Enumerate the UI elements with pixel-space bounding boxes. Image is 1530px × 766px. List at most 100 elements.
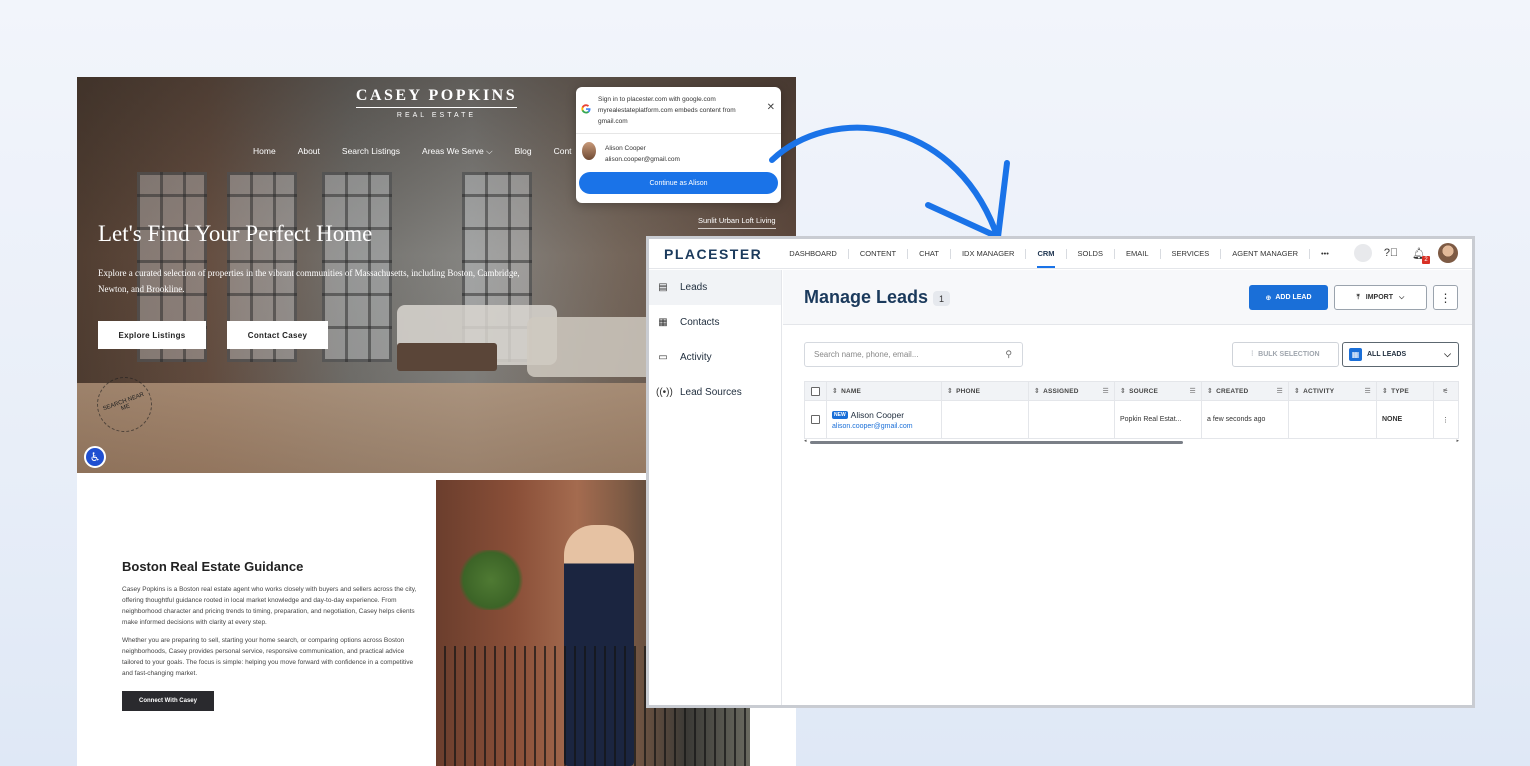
table-row[interactable]: NEW Alison Cooper alison.cooper@gmail.co… <box>804 401 1459 439</box>
explore-listings-button[interactable]: Explore Listings <box>98 321 206 349</box>
column-label: PHONE <box>956 387 981 395</box>
nav-chat[interactable]: CHAT <box>908 248 951 259</box>
column-label: ACTIVITY <box>1303 387 1335 395</box>
import-button[interactable]: ⤒ IMPORT ⌵ <box>1334 285 1427 310</box>
site-nav-blog[interactable]: Blog <box>515 146 532 157</box>
bell-icon[interactable]: 🔔︎ 2 <box>1410 244 1430 264</box>
column-settings-icon[interactable]: ⚟ <box>1434 382 1457 400</box>
bulk-selection-label: BULK SELECTION <box>1258 351 1320 358</box>
avatar[interactable] <box>1438 243 1458 263</box>
plants-decor <box>456 550 526 610</box>
lead-name-block: NEW Alison Cooper alison.cooper@gmail.co… <box>832 410 913 430</box>
site-nav-contact[interactable]: Cont <box>554 146 572 157</box>
coffee-table-decor <box>397 343 497 371</box>
nav-more[interactable]: ••• <box>1310 249 1340 259</box>
nav-crm[interactable]: CRM <box>1026 248 1067 268</box>
page-header: Manage Leads 1 ⊕ ADD LEAD ⤒ IMPORT ⌵ ⋮ <box>783 270 1472 325</box>
lead-name[interactable]: Alison Cooper <box>851 410 904 420</box>
cell-activity <box>1289 401 1377 438</box>
hero-title: Let's Find Your Perfect Home <box>98 221 373 246</box>
checkbox[interactable] <box>811 386 820 396</box>
google-signin-popup: Sign in to placester.com with google.com… <box>576 87 781 203</box>
account-email: alison.cooper@gmail.com <box>605 156 680 163</box>
column-header-type[interactable]: ⇕ TYPE <box>1377 382 1434 400</box>
hero-description: Explore a curated selection of propertie… <box>98 268 520 294</box>
row-menu-icon[interactable]: ⋮ <box>1434 401 1457 438</box>
column-label: TYPE <box>1391 387 1409 395</box>
scroll-left-icon[interactable]: ◂ <box>804 438 807 444</box>
filter-icon[interactable]: ☰ <box>1277 387 1283 395</box>
column-header-activity[interactable]: ⇕ ACTIVITY ☰ <box>1289 382 1377 400</box>
popup-line-2: myrealestateplatform.com embeds content … <box>598 107 736 125</box>
site-nav: Home About Search Listings Areas We Serv… <box>253 146 572 157</box>
sidebar-item-label: Lead Sources <box>680 387 742 398</box>
site-nav-home[interactable]: Home <box>253 146 276 157</box>
site-nav-search-listings[interactable]: Search Listings <box>342 146 400 157</box>
brand-name: CASEY POPKINS <box>355 87 518 108</box>
lead-filter-select[interactable]: ▦ ALL LEADS ⌵ <box>1342 342 1459 367</box>
leads-table: ⇕ NAME ⇕ PHONE ⇕ ASSIGNED ☰ ⇕ SOURCE ☰ ⇕ CREATE… <box>804 381 1459 445</box>
about-section: Boston Real Estate Guidance Casey Popkin… <box>122 559 422 711</box>
scrollbar-thumb[interactable] <box>810 441 1183 444</box>
sidebar-item-leads[interactable]: ▤ Leads <box>649 270 781 305</box>
popup-account[interactable]: Alison Cooper alison.cooper@gmail.com <box>605 143 680 165</box>
filter-icon[interactable]: ☰ <box>1365 387 1371 395</box>
sort-icon: ⇕ <box>832 388 839 395</box>
column-label: SOURCE <box>1129 387 1159 395</box>
sidebar-item-label: Leads <box>680 282 708 293</box>
search-input[interactable]: Search name, phone, email... ⚲ <box>804 342 1023 367</box>
sidebar-item-lead-sources[interactable]: ((•)) Lead Sources <box>649 375 781 410</box>
nav-agent-manager[interactable]: AGENT MANAGER <box>1221 248 1311 259</box>
cell-source: Popkin Real Estat... <box>1115 401 1202 438</box>
scroll-right-icon[interactable]: ▸ <box>1456 438 1459 444</box>
site-nav-areas[interactable]: Areas We Serve ⌵ <box>422 146 493 157</box>
sidebar-item-contacts[interactable]: ▦ Contacts <box>649 305 781 340</box>
cell-type: NONE <box>1377 401 1434 438</box>
sort-icon: ⇕ <box>947 388 954 395</box>
nav-idx-manager[interactable]: IDX MANAGER <box>951 248 1027 259</box>
filter-icon[interactable]: ☰ <box>1190 387 1196 395</box>
row-checkbox[interactable] <box>805 401 827 438</box>
cell-phone <box>942 401 1029 438</box>
column-header-assigned[interactable]: ⇕ ASSIGNED ☰ <box>1029 382 1115 400</box>
nav-content[interactable]: CONTENT <box>849 248 909 259</box>
table-header: ⇕ NAME ⇕ PHONE ⇕ ASSIGNED ☰ ⇕ SOURCE ☰ ⇕ CREATE… <box>804 381 1459 401</box>
crm-topbar: PLACESTER DASHBOARD CONTENT CHAT IDX MAN… <box>649 239 1472 269</box>
divider <box>576 133 781 134</box>
account-name: Alison Cooper <box>605 145 646 152</box>
status-dot-icon[interactable] <box>1354 244 1372 262</box>
connect-with-casey-button[interactable]: Connect With Casey <box>122 691 214 711</box>
sidebar-item-activity[interactable]: ▭ Activity <box>649 340 781 375</box>
continue-button[interactable]: Continue as Alison <box>579 172 778 194</box>
import-label: IMPORT <box>1365 294 1394 301</box>
nav-solds[interactable]: SOLDS <box>1067 248 1115 259</box>
table-icon: ▦ <box>1349 348 1362 361</box>
column-header-phone[interactable]: ⇕ PHONE <box>942 382 1029 400</box>
nav-email[interactable]: EMAIL <box>1115 248 1161 259</box>
placester-logo[interactable]: PLACESTER <box>664 246 762 262</box>
contact-casey-button[interactable]: Contact Casey <box>227 321 328 349</box>
filter-icon[interactable]: ☰ <box>1103 387 1109 395</box>
crm-main: Manage Leads 1 ⊕ ADD LEAD ⤒ IMPORT ⌵ ⋮ S… <box>783 270 1472 705</box>
column-header-name[interactable]: ⇕ NAME <box>827 382 942 400</box>
topbar-icons: ?⃝ 🔔︎ 2 <box>1354 243 1458 264</box>
checkbox[interactable] <box>811 415 820 424</box>
contacts-icon: ▦ <box>658 317 668 328</box>
add-lead-button[interactable]: ⊕ ADD LEAD <box>1249 285 1328 310</box>
nav-dashboard[interactable]: DASHBOARD <box>778 248 849 259</box>
site-nav-about[interactable]: About <box>298 146 320 157</box>
lead-email-link[interactable]: alison.cooper@gmail.com <box>832 423 913 430</box>
lead-count-badge: 1 <box>933 291 950 306</box>
close-icon[interactable]: ✕ <box>767 102 775 113</box>
sidebar-item-label: Activity <box>680 352 712 363</box>
notification-badge: 2 <box>1422 256 1430 264</box>
horizontal-scrollbar[interactable]: ◂ ▸ <box>804 438 1459 445</box>
accessibility-icon[interactable]: ♿ <box>84 446 106 468</box>
bulk-selection-button[interactable]: ⫶ BULK SELECTION <box>1232 342 1339 367</box>
more-vertical-icon[interactable]: ⋮ <box>1433 285 1458 310</box>
column-header-source[interactable]: ⇕ SOURCE ☰ <box>1115 382 1202 400</box>
nav-services[interactable]: SERVICES <box>1161 248 1222 259</box>
help-icon[interactable]: ?⃝ <box>1382 244 1400 262</box>
select-all-checkbox[interactable] <box>805 382 827 400</box>
column-header-created[interactable]: ⇕ CREATED ☰ <box>1202 382 1289 400</box>
